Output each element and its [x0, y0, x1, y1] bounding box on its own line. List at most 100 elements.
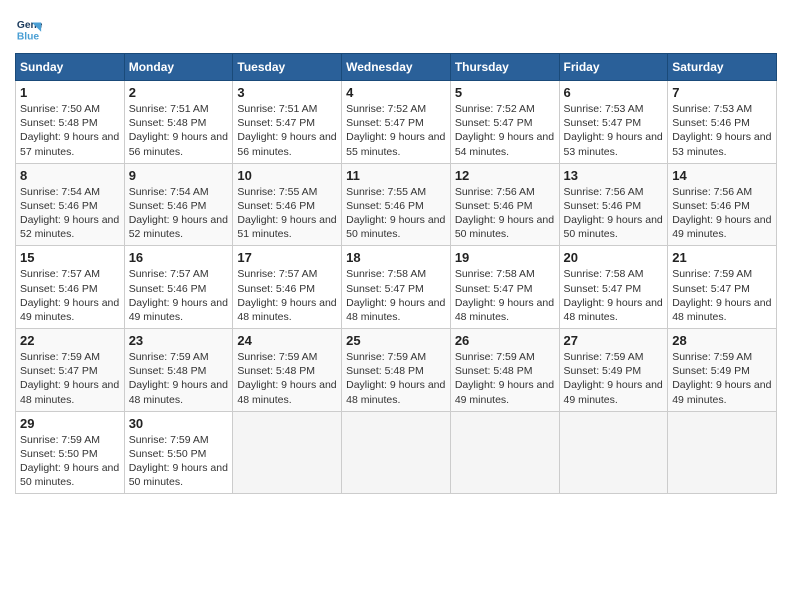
calendar-day-13: 13 Sunrise: 7:56 AMSunset: 5:46 PMDaylig… [559, 163, 668, 246]
day-info: Sunrise: 7:57 AMSunset: 5:46 PMDaylight:… [20, 268, 119, 323]
day-number: 7 [672, 85, 772, 100]
day-number: 24 [237, 333, 337, 348]
calendar-day-27: 27 Sunrise: 7:59 AMSunset: 5:49 PMDaylig… [559, 329, 668, 412]
calendar-day-2: 2 Sunrise: 7:51 AMSunset: 5:48 PMDayligh… [124, 81, 233, 164]
day-number: 22 [20, 333, 120, 348]
day-info: Sunrise: 7:53 AMSunset: 5:46 PMDaylight:… [672, 103, 771, 158]
day-info: Sunrise: 7:54 AMSunset: 5:46 PMDaylight:… [20, 186, 119, 241]
weekday-header-thursday: Thursday [450, 54, 559, 81]
weekday-header-monday: Monday [124, 54, 233, 81]
calendar-day-30: 30 Sunrise: 7:59 AMSunset: 5:50 PMDaylig… [124, 411, 233, 494]
day-number: 5 [455, 85, 555, 100]
calendar-day-20: 20 Sunrise: 7:58 AMSunset: 5:47 PMDaylig… [559, 246, 668, 329]
day-number: 15 [20, 250, 120, 265]
weekday-header-wednesday: Wednesday [342, 54, 451, 81]
weekday-header-row: SundayMondayTuesdayWednesdayThursdayFrid… [16, 54, 777, 81]
calendar-day-11: 11 Sunrise: 7:55 AMSunset: 5:46 PMDaylig… [342, 163, 451, 246]
calendar-day-7: 7 Sunrise: 7:53 AMSunset: 5:46 PMDayligh… [668, 81, 777, 164]
day-info: Sunrise: 7:59 AMSunset: 5:49 PMDaylight:… [672, 351, 771, 406]
day-number: 16 [129, 250, 229, 265]
calendar-day-24: 24 Sunrise: 7:59 AMSunset: 5:48 PMDaylig… [233, 329, 342, 412]
empty-cell [668, 411, 777, 494]
calendar-day-22: 22 Sunrise: 7:59 AMSunset: 5:47 PMDaylig… [16, 329, 125, 412]
weekday-header-tuesday: Tuesday [233, 54, 342, 81]
day-number: 17 [237, 250, 337, 265]
calendar-day-23: 23 Sunrise: 7:59 AMSunset: 5:48 PMDaylig… [124, 329, 233, 412]
day-info: Sunrise: 7:52 AMSunset: 5:47 PMDaylight:… [455, 103, 554, 158]
calendar-day-15: 15 Sunrise: 7:57 AMSunset: 5:46 PMDaylig… [16, 246, 125, 329]
day-info: Sunrise: 7:59 AMSunset: 5:48 PMDaylight:… [129, 351, 228, 406]
day-info: Sunrise: 7:58 AMSunset: 5:47 PMDaylight:… [564, 268, 663, 323]
calendar-day-16: 16 Sunrise: 7:57 AMSunset: 5:46 PMDaylig… [124, 246, 233, 329]
day-info: Sunrise: 7:59 AMSunset: 5:48 PMDaylight:… [455, 351, 554, 406]
day-number: 11 [346, 168, 446, 183]
day-number: 28 [672, 333, 772, 348]
day-info: Sunrise: 7:51 AMSunset: 5:48 PMDaylight:… [129, 103, 228, 158]
day-info: Sunrise: 7:59 AMSunset: 5:47 PMDaylight:… [20, 351, 119, 406]
calendar-day-6: 6 Sunrise: 7:53 AMSunset: 5:47 PMDayligh… [559, 81, 668, 164]
day-info: Sunrise: 7:59 AMSunset: 5:50 PMDaylight:… [20, 434, 119, 489]
day-number: 13 [564, 168, 664, 183]
day-info: Sunrise: 7:51 AMSunset: 5:47 PMDaylight:… [237, 103, 336, 158]
day-number: 10 [237, 168, 337, 183]
day-number: 8 [20, 168, 120, 183]
day-info: Sunrise: 7:53 AMSunset: 5:47 PMDaylight:… [564, 103, 663, 158]
logo: General Blue [15, 15, 47, 43]
day-number: 9 [129, 168, 229, 183]
day-number: 30 [129, 416, 229, 431]
calendar-day-3: 3 Sunrise: 7:51 AMSunset: 5:47 PMDayligh… [233, 81, 342, 164]
day-number: 1 [20, 85, 120, 100]
day-info: Sunrise: 7:57 AMSunset: 5:46 PMDaylight:… [237, 268, 336, 323]
empty-cell [450, 411, 559, 494]
day-info: Sunrise: 7:59 AMSunset: 5:48 PMDaylight:… [346, 351, 445, 406]
calendar-day-21: 21 Sunrise: 7:59 AMSunset: 5:47 PMDaylig… [668, 246, 777, 329]
calendar-day-1: 1 Sunrise: 7:50 AMSunset: 5:48 PMDayligh… [16, 81, 125, 164]
day-info: Sunrise: 7:55 AMSunset: 5:46 PMDaylight:… [237, 186, 336, 241]
svg-text:Blue: Blue [17, 31, 40, 42]
day-number: 14 [672, 168, 772, 183]
day-info: Sunrise: 7:54 AMSunset: 5:46 PMDaylight:… [129, 186, 228, 241]
calendar-day-17: 17 Sunrise: 7:57 AMSunset: 5:46 PMDaylig… [233, 246, 342, 329]
calendar-week-4: 22 Sunrise: 7:59 AMSunset: 5:47 PMDaylig… [16, 329, 777, 412]
header: General Blue [15, 15, 777, 43]
calendar-day-4: 4 Sunrise: 7:52 AMSunset: 5:47 PMDayligh… [342, 81, 451, 164]
calendar-day-26: 26 Sunrise: 7:59 AMSunset: 5:48 PMDaylig… [450, 329, 559, 412]
day-info: Sunrise: 7:56 AMSunset: 5:46 PMDaylight:… [455, 186, 554, 241]
calendar-day-18: 18 Sunrise: 7:58 AMSunset: 5:47 PMDaylig… [342, 246, 451, 329]
calendar-day-29: 29 Sunrise: 7:59 AMSunset: 5:50 PMDaylig… [16, 411, 125, 494]
weekday-header-sunday: Sunday [16, 54, 125, 81]
day-info: Sunrise: 7:59 AMSunset: 5:48 PMDaylight:… [237, 351, 336, 406]
calendar-day-5: 5 Sunrise: 7:52 AMSunset: 5:47 PMDayligh… [450, 81, 559, 164]
calendar-day-14: 14 Sunrise: 7:56 AMSunset: 5:46 PMDaylig… [668, 163, 777, 246]
day-number: 19 [455, 250, 555, 265]
calendar-day-25: 25 Sunrise: 7:59 AMSunset: 5:48 PMDaylig… [342, 329, 451, 412]
weekday-header-saturday: Saturday [668, 54, 777, 81]
day-number: 3 [237, 85, 337, 100]
day-info: Sunrise: 7:50 AMSunset: 5:48 PMDaylight:… [20, 103, 119, 158]
day-number: 12 [455, 168, 555, 183]
weekday-header-friday: Friday [559, 54, 668, 81]
day-number: 2 [129, 85, 229, 100]
calendar-day-9: 9 Sunrise: 7:54 AMSunset: 5:46 PMDayligh… [124, 163, 233, 246]
empty-cell [342, 411, 451, 494]
calendar-week-5: 29 Sunrise: 7:59 AMSunset: 5:50 PMDaylig… [16, 411, 777, 494]
day-info: Sunrise: 7:57 AMSunset: 5:46 PMDaylight:… [129, 268, 228, 323]
day-number: 25 [346, 333, 446, 348]
day-number: 21 [672, 250, 772, 265]
day-number: 26 [455, 333, 555, 348]
day-number: 23 [129, 333, 229, 348]
empty-cell [233, 411, 342, 494]
calendar-day-19: 19 Sunrise: 7:58 AMSunset: 5:47 PMDaylig… [450, 246, 559, 329]
calendar-week-1: 1 Sunrise: 7:50 AMSunset: 5:48 PMDayligh… [16, 81, 777, 164]
day-info: Sunrise: 7:52 AMSunset: 5:47 PMDaylight:… [346, 103, 445, 158]
calendar-day-10: 10 Sunrise: 7:55 AMSunset: 5:46 PMDaylig… [233, 163, 342, 246]
day-info: Sunrise: 7:55 AMSunset: 5:46 PMDaylight:… [346, 186, 445, 241]
day-number: 20 [564, 250, 664, 265]
calendar-week-2: 8 Sunrise: 7:54 AMSunset: 5:46 PMDayligh… [16, 163, 777, 246]
calendar-day-28: 28 Sunrise: 7:59 AMSunset: 5:49 PMDaylig… [668, 329, 777, 412]
day-number: 6 [564, 85, 664, 100]
day-info: Sunrise: 7:58 AMSunset: 5:47 PMDaylight:… [346, 268, 445, 323]
day-info: Sunrise: 7:56 AMSunset: 5:46 PMDaylight:… [564, 186, 663, 241]
day-number: 29 [20, 416, 120, 431]
day-info: Sunrise: 7:56 AMSunset: 5:46 PMDaylight:… [672, 186, 771, 241]
